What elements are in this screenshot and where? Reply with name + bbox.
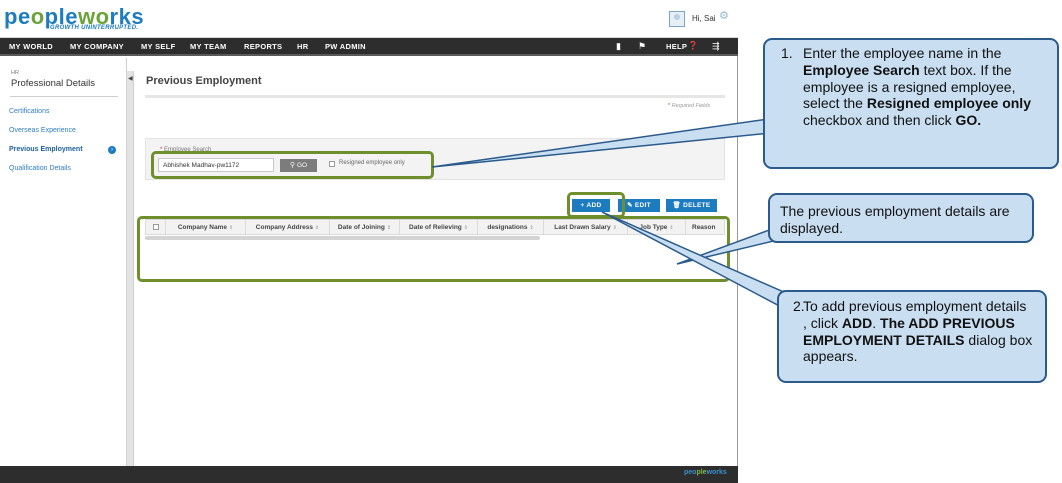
callout-step-1: 1. Enter the employee name in the Employe… <box>763 38 1059 169</box>
sidebar-item-qualification-details[interactable]: Qualification Details <box>9 165 71 172</box>
divider <box>145 95 725 98</box>
user-greeting: Hi, Sai <box>692 14 716 23</box>
arrow-right-icon: › <box>108 146 116 154</box>
nav-reports[interactable]: REPORTS <box>244 42 282 51</box>
search-highlight-box <box>151 151 434 179</box>
footer-logo: peopleworks <box>684 469 727 476</box>
add-highlight-box <box>567 192 625 218</box>
table-highlight-box <box>137 216 730 282</box>
menu-toggle-icon[interactable]: ⇶ <box>712 41 720 52</box>
page-title: Previous Employment <box>146 75 262 87</box>
main-nav: MY WORLD MY COMPANY MY SELF MY TEAM REPO… <box>0 38 738 56</box>
nav-my-company[interactable]: MY COMPANY <box>70 42 124 51</box>
nav-my-team[interactable]: MY TEAM <box>190 42 227 51</box>
callout-details-displayed: The previous employment details are disp… <box>768 193 1034 243</box>
screenshot-stage: peopleworks GROWTH UNINTERRUPTED. Hi, Sa… <box>0 0 1062 483</box>
panel-collapse-handle[interactable] <box>127 71 134 466</box>
app-header: peopleworks GROWTH UNINTERRUPTED. Hi, Sa… <box>0 0 738 38</box>
required-fields-note: * Required Fields <box>668 103 711 109</box>
sidebar-item-overseas-experience[interactable]: Overseas Experience <box>9 127 76 134</box>
section-label: HR <box>11 70 19 76</box>
trash-icon: 🗑 <box>672 202 684 209</box>
nav-my-self[interactable]: MY SELF <box>141 42 175 51</box>
gear-icon[interactable]: ⚙ <box>719 9 729 22</box>
sidebar-item-previous-employment[interactable]: Previous Employment <box>9 146 83 153</box>
nav-my-world[interactable]: MY WORLD <box>9 42 53 51</box>
avatar[interactable] <box>669 11 685 27</box>
flag-icon[interactable]: ⚑ <box>638 41 646 52</box>
app-footer: peopleworks <box>0 466 738 483</box>
sidebar-item-certifications[interactable]: Certifications <box>9 108 49 115</box>
left-panel: HR Professional Details Certifications O… <box>0 58 127 466</box>
help-icon[interactable]: ❓ <box>688 41 698 50</box>
divider <box>10 96 118 97</box>
nav-help[interactable]: HELP <box>666 42 687 51</box>
delete-button[interactable]: 🗑 DELETE <box>666 199 717 212</box>
chevron-left-icon[interactable]: ◀ <box>128 75 133 82</box>
nav-pw-admin[interactable]: PW ADMIN <box>325 42 366 51</box>
logo-tagline: GROWTH UNINTERRUPTED. <box>50 25 139 31</box>
pencil-icon: ✎ <box>627 202 635 209</box>
panel-title: Professional Details <box>11 78 95 89</box>
book-icon[interactable]: ▮ <box>616 41 621 52</box>
nav-hr[interactable]: HR <box>297 42 308 51</box>
callout-step-2: 2. To add previous employment details , c… <box>777 290 1047 383</box>
